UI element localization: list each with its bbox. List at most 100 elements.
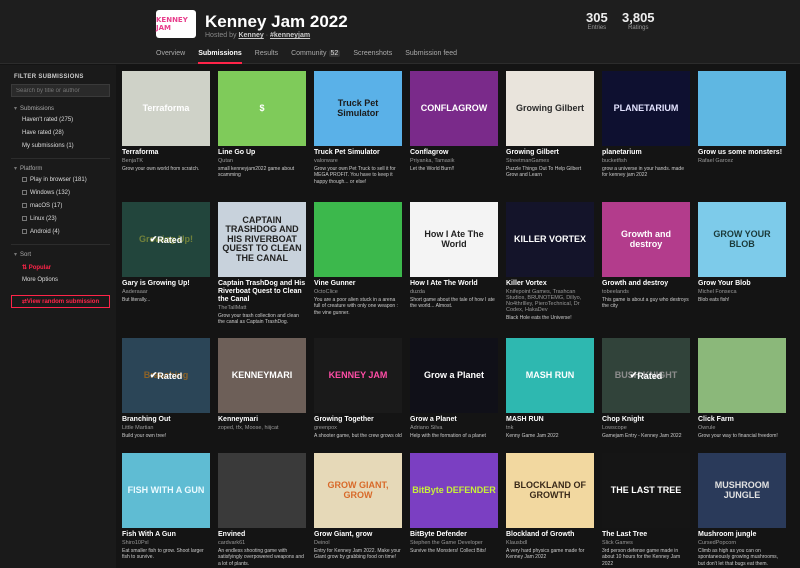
game-card[interactable]: Click Farm Owrule Grow your way to financi… <box>698 338 786 439</box>
game-title-link[interactable]: Vine Gunner <box>314 280 402 288</box>
game-author-link[interactable]: Owrule <box>698 425 786 431</box>
game-author-link[interactable]: Knifepoint Games, Trashcan Studios, BRUN… <box>506 289 594 313</box>
game-thumbnail[interactable]: BUSH KNIGHT ✔ Rated <box>602 338 690 413</box>
tab-overview[interactable]: Overview <box>156 50 185 64</box>
platform-filter-1[interactable]: Windows (132) <box>22 190 70 196</box>
game-thumbnail[interactable]: Branching ✔ Rated <box>122 338 210 413</box>
game-author-link[interactable]: zoped, tfx, Moose, hiijcat <box>218 425 306 431</box>
game-author-link[interactable]: Stephen the Game Developer <box>410 540 498 546</box>
game-card[interactable]: BitByte DEFENDER BitByte Defender Stephen … <box>410 453 498 554</box>
game-card[interactable]: KENNEY JAM Growing Together greenpox A shoo… <box>314 338 402 439</box>
game-card[interactable]: BUSH KNIGHT ✔ Rated Chop Knight Lowscope Gam… <box>602 338 690 439</box>
game-card[interactable]: Grow us some monsters! Rafael Garcez <box>698 71 786 166</box>
game-card[interactable]: GROW GIANT, GROW Grow Giant, grow Deinol En… <box>314 453 402 561</box>
game-thumbnail[interactable]: MUSHROOM JUNGLE <box>698 453 786 528</box>
platform-section-toggle[interactable]: ▾ Platform <box>14 165 42 172</box>
game-thumbnail[interactable]: GROW YOUR BLOB <box>698 202 786 277</box>
game-author-link[interactable]: Shiro10Pxl <box>122 540 210 546</box>
game-title-link[interactable]: Growth and destroy <box>602 280 690 288</box>
game-card[interactable]: CONFLAGROW Conflagrow Priyanka, Tamasik Let… <box>410 71 498 172</box>
game-thumbnail[interactable]: PLANETARIUM <box>602 71 690 146</box>
game-card[interactable]: FISH WITH A GUN Fish With A Gun Shiro10Pxl… <box>122 453 210 561</box>
game-card[interactable]: KENNEYMARI Kenneymari zoped, tfx, Moose, h… <box>218 338 306 433</box>
platform-filter-0[interactable]: Play in browser (181) <box>22 177 87 183</box>
game-author-link[interactable]: Michel Fonseca <box>698 289 786 295</box>
game-author-link[interactable]: Lowscope <box>602 425 690 431</box>
game-thumbnail[interactable]: FISH WITH A GUN <box>122 453 210 528</box>
game-title-link[interactable]: Blockland of Growth <box>506 531 594 539</box>
game-author-link[interactable]: valorware <box>314 158 402 164</box>
game-author-link[interactable]: StreetmanGames <box>506 158 594 164</box>
game-card[interactable]: $ Line Go Up Qutan small kenneyjam2022 game… <box>218 71 306 179</box>
host-link[interactable]: Kenney <box>238 32 263 39</box>
game-title-link[interactable]: How I Ate The World <box>410 280 498 288</box>
game-author-link[interactable]: Klausbdl <box>506 540 594 546</box>
submissions-section-toggle[interactable]: ▾ Submissions <box>14 105 54 112</box>
game-title-link[interactable]: Killer Vortex <box>506 280 594 288</box>
game-card[interactable]: BLOCKLAND OF GROWTH Blockland of Growth Kl… <box>506 453 594 561</box>
game-thumbnail[interactable]: Truck Pet Simulator <box>314 71 402 146</box>
game-thumbnail[interactable]: MASH RUN <box>506 338 594 413</box>
sort-section-toggle[interactable]: ▾ Sort <box>14 251 31 258</box>
game-card[interactable]: Growing Gilbert Growing Gilbert StreetmanG… <box>506 71 594 179</box>
game-title-link[interactable]: Chop Knight <box>602 416 690 424</box>
random-submission-button[interactable]: ⇄ View random submission <box>11 295 110 308</box>
game-thumbnail[interactable]: Growing Gilbert <box>506 71 594 146</box>
tab-submission-feed[interactable]: Submission feed <box>405 50 457 64</box>
game-author-link[interactable]: Priyanka, Tamasik <box>410 158 498 164</box>
game-card[interactable]: Growing Up! ✔ Rated Gary is Growing Up! Aad… <box>122 202 210 303</box>
game-thumbnail[interactable]: CONFLAGROW <box>410 71 498 146</box>
game-title-link[interactable]: Terraforma <box>122 149 210 157</box>
game-title-link[interactable]: Line Go Up <box>218 149 306 157</box>
game-title-link[interactable]: Envined <box>218 531 306 539</box>
game-card[interactable]: Vine Gunner OctoClice You are a poor alien… <box>314 202 402 316</box>
game-title-link[interactable]: Conflagrow <box>410 149 498 157</box>
game-thumbnail[interactable] <box>698 71 786 146</box>
game-card[interactable]: MASH RUN MASH RUN tnk Kenny Game Jam 2022 <box>506 338 594 439</box>
game-author-link[interactable]: TheTallMatt <box>218 305 306 311</box>
sort-popular[interactable]: ⇅ Popular <box>22 264 51 271</box>
game-thumbnail[interactable]: BLOCKLAND OF GROWTH <box>506 453 594 528</box>
tab-results[interactable]: Results <box>255 50 278 64</box>
game-author-link[interactable]: tnk <box>506 425 594 431</box>
game-thumbnail[interactable]: KILLER VORTEX <box>506 202 594 277</box>
game-thumbnail[interactable]: Growing Up! ✔ Rated <box>122 202 210 277</box>
platform-filter-3[interactable]: Linux (23) <box>22 216 57 222</box>
game-title-link[interactable]: Click Farm <box>698 416 786 424</box>
game-author-link[interactable]: Aaderaaar <box>122 289 210 295</box>
game-card[interactable]: Terraforma Terraforma BenjaTK Grow your own… <box>122 71 210 172</box>
game-author-link[interactable]: Deinol <box>314 540 402 546</box>
game-title-link[interactable]: Grow a Planet <box>410 416 498 424</box>
game-card[interactable]: THE LAST TREE The Last Tree Slick Games 3rd… <box>602 453 690 567</box>
game-title-link[interactable]: Grow Giant, grow <box>314 531 402 539</box>
game-title-link[interactable]: Kenneymari <box>218 416 306 424</box>
game-thumbnail[interactable]: KENNEYMARI <box>218 338 306 413</box>
game-card[interactable]: Grow a Planet Grow a Planet Adriano Silva H… <box>410 338 498 439</box>
game-title-link[interactable]: Growing Gilbert <box>506 149 594 157</box>
game-thumbnail[interactable]: Grow a Planet <box>410 338 498 413</box>
hashtag-link[interactable]: #kenneyjam <box>270 32 310 39</box>
game-thumbnail[interactable]: THE LAST TREE <box>602 453 690 528</box>
submission-filter-0[interactable]: Haven't rated (275) <box>22 117 73 123</box>
tab-screenshots[interactable]: Screenshots <box>353 50 392 64</box>
game-title-link[interactable]: BitByte Defender <box>410 531 498 539</box>
game-author-link[interactable]: cardvark61 <box>218 540 306 546</box>
game-card[interactable]: PLANETARIUM planetarium bucketfish grow a u… <box>602 71 690 179</box>
platform-filter-2[interactable]: macOS (17) <box>22 203 62 209</box>
game-thumbnail[interactable] <box>314 202 402 277</box>
jam-logo[interactable]: KENNEY JAM <box>156 10 196 38</box>
game-thumbnail[interactable]: KENNEY JAM <box>314 338 402 413</box>
game-author-link[interactable]: tobeelands <box>602 289 690 295</box>
game-author-link[interactable]: CursedPopcorn <box>698 540 786 546</box>
game-thumbnail[interactable]: Growth and destroy <box>602 202 690 277</box>
game-card[interactable]: How I Ate The World How I Ate The World du… <box>410 202 498 310</box>
game-card[interactable]: GROW YOUR BLOB Grow Your Blob Michel Fonse… <box>698 202 786 303</box>
game-thumbnail[interactable]: Terraforma <box>122 71 210 146</box>
game-card[interactable]: CAPTAIN TRASHDOG AND HIS RIVERBOAT QUEST… <box>218 202 306 326</box>
game-thumbnail[interactable]: BitByte DEFENDER <box>410 453 498 528</box>
game-thumbnail[interactable]: How I Ate The World <box>410 202 498 277</box>
search-input[interactable] <box>11 84 110 97</box>
game-title-link[interactable]: planetarium <box>602 149 690 157</box>
tab-community[interactable]: Community 52 <box>291 50 341 64</box>
submission-filter-1[interactable]: Have rated (28) <box>22 130 64 136</box>
